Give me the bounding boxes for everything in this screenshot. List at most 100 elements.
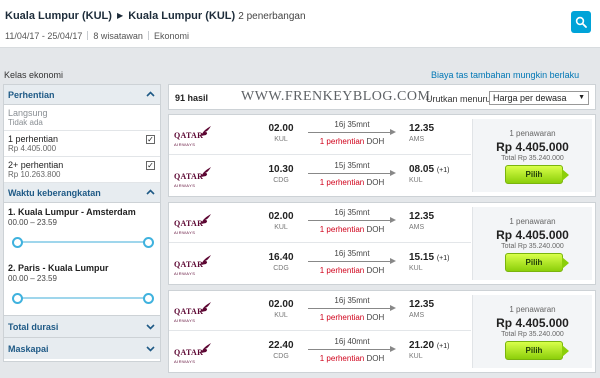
stops-filter-header[interactable]: Perhentian xyxy=(4,85,160,105)
stop-info[interactable]: 1 perhentian DOH xyxy=(304,354,400,363)
arrival: 15.15 (+1) KUL xyxy=(409,252,461,272)
select-flight-button[interactable]: Pilih xyxy=(505,341,569,360)
stops-filter-title: Perhentian xyxy=(8,90,55,100)
arrival-time: 08.05 (+1) xyxy=(409,164,461,175)
stop-info[interactable]: 1 perhentian DOH xyxy=(304,137,400,146)
stop-count: 1 perhentian xyxy=(319,178,365,187)
airline-logo: QATAR AIRWAYS xyxy=(174,301,212,323)
dropdown-arrow-icon: ▼ xyxy=(578,94,585,101)
stop-info[interactable]: 1 perhentian DOH xyxy=(304,225,400,234)
time-filter-range: 00.00 – 23.59 xyxy=(8,218,57,227)
airline-filter-header[interactable]: Maskapai xyxy=(4,337,160,359)
select-flight-button[interactable]: Pilih xyxy=(505,165,569,184)
airline-name: QATAR xyxy=(174,172,204,181)
departure: 22.40 CDG xyxy=(267,340,295,360)
stop-info[interactable]: 1 perhentian DOH xyxy=(304,313,400,322)
duration-text: 16j 35mnt xyxy=(334,120,370,129)
airline-subname: AIRWAYS xyxy=(174,318,196,323)
stop-option-one-stop[interactable]: 1 perhentian Rp 4.405.000 ✓ xyxy=(4,131,160,157)
arrival-time: 12.35 xyxy=(409,123,461,134)
stop-option-two-plus[interactable]: 2+ perhentian Rp 10.263.800 ✓ xyxy=(4,157,160,183)
duration-text: 16j 35mnt xyxy=(334,249,370,258)
route-arrow-icon xyxy=(308,305,396,312)
arrow-right-icon xyxy=(562,345,569,357)
select-flight-button[interactable]: Pilih xyxy=(505,253,569,272)
divider xyxy=(87,31,89,40)
oryx-icon xyxy=(201,255,211,265)
flight-result-card[interactable]: QATAR AIRWAYS 02.00 KUL 16j 35mnt 1 perh… xyxy=(168,290,596,373)
oryx-icon xyxy=(201,343,211,353)
search-button[interactable] xyxy=(571,11,591,33)
departure-airport: CDG xyxy=(273,265,289,272)
departure-time: 02.00 xyxy=(268,299,294,310)
chevron-up-icon xyxy=(146,189,155,195)
departure: 10.30 CDG xyxy=(267,164,295,184)
stop-airport: DOH xyxy=(366,137,385,146)
departure-time-filter-header[interactable]: Waktu keberangkatan xyxy=(4,183,160,203)
time-filter-route: 2. Paris - Kuala Lumpur xyxy=(8,263,109,273)
arrival-time: 21.20 (+1) xyxy=(409,340,461,351)
stop-option-price: Tidak ada xyxy=(8,118,43,127)
select-flight-label: Pilih xyxy=(525,346,543,355)
airline-subname: AIRWAYS xyxy=(174,183,196,188)
arrival-airport: AMS xyxy=(409,224,425,231)
stop-option-label: 2+ perhentian xyxy=(8,160,64,170)
time-range-slider[interactable] xyxy=(12,293,154,304)
origin-city: Kuala Lumpur (KUL) xyxy=(5,10,112,22)
stop-option-price: Rp 10.263.800 xyxy=(8,170,61,179)
price-per-adult: Rp 4.405.000 xyxy=(496,140,569,154)
price-panel: 1 penawaran Rp 4.405.000 Total Rp 35.240… xyxy=(472,119,592,192)
flight-result-card[interactable]: QATAR AIRWAYS 02.00 KUL 16j 35mnt 1 perh… xyxy=(168,202,596,285)
offer-count: 1 penawaran xyxy=(509,305,556,314)
route-summary: Kuala Lumpur (KUL) ▶ Kuala Lumpur (KUL) … xyxy=(5,10,306,22)
stop-airport: DOH xyxy=(366,178,385,187)
departure-airport: KUL xyxy=(274,136,288,143)
time-filter-range: 00.00 – 23.59 xyxy=(8,274,57,283)
stop-info[interactable]: 1 perhentian DOH xyxy=(304,178,400,187)
stop-checkbox[interactable]: ✓ xyxy=(146,161,155,170)
slider-handle-start[interactable] xyxy=(12,293,23,304)
sort-select[interactable]: Harga per dewasa ▼ xyxy=(489,91,589,105)
airline-logo: QATAR AIRWAYS xyxy=(174,213,212,235)
duration-filter-title: Total durasi xyxy=(8,322,59,332)
select-flight-label: Pilih xyxy=(525,170,543,179)
stop-count: 1 perhentian xyxy=(319,354,365,363)
stop-count: 1 perhentian xyxy=(319,266,365,275)
price-total: Total Rp 35.240.000 xyxy=(501,155,564,162)
price-total: Total Rp 35.240.000 xyxy=(501,243,564,250)
slider-track xyxy=(16,297,150,299)
airline-filter-title: Maskapai xyxy=(8,344,49,354)
inbound-leg: QATAR AIRWAYS 16.40 CDG 16j 35mnt 1 perh… xyxy=(169,244,471,284)
route-arrow-icon xyxy=(308,258,396,265)
search-icon xyxy=(575,16,587,28)
route-arrow-icon xyxy=(308,129,396,136)
flight-duration: 15j 35mnt 1 perhentian DOH xyxy=(304,161,400,187)
slider-handle-end[interactable] xyxy=(143,293,154,304)
time-range-slider[interactable] xyxy=(12,237,154,248)
slider-handle-start[interactable] xyxy=(12,237,23,248)
stop-airport: DOH xyxy=(366,354,385,363)
airline-subname: AIRWAYS xyxy=(174,359,196,364)
departure: 16.40 CDG xyxy=(267,252,295,272)
duration-filter-header[interactable]: Total durasi xyxy=(4,315,160,337)
arrival-time-value: 08.05 xyxy=(409,164,435,175)
arrow-right-icon xyxy=(562,169,569,181)
flight-result-card[interactable]: QATAR AIRWAYS 02.00 KUL 16j 35mnt 1 perh… xyxy=(168,114,596,197)
airline-logo: QATAR AIRWAYS xyxy=(174,342,212,364)
stop-checkbox[interactable]: ✓ xyxy=(146,135,155,144)
outbound-leg: QATAR AIRWAYS 02.00 KUL 16j 35mnt 1 perh… xyxy=(169,291,471,331)
departure-airport: CDG xyxy=(273,353,289,360)
departure-time-filter-title: Waktu keberangkatan xyxy=(8,188,101,198)
baggage-fees-link[interactable]: Biaya tas tambahan mungkin berlaku xyxy=(431,70,579,80)
next-day-indicator: (+1) xyxy=(436,167,450,174)
stop-info[interactable]: 1 perhentian DOH xyxy=(304,266,400,275)
oryx-icon xyxy=(201,126,211,136)
arrival-time-value: 21.20 xyxy=(409,340,435,351)
cabin-class-label: Kelas ekonomi xyxy=(4,70,64,80)
chevron-up-icon xyxy=(146,91,155,97)
next-day-indicator: (+1) xyxy=(436,255,450,262)
slider-handle-end[interactable] xyxy=(143,237,154,248)
stop-count: 1 perhentian xyxy=(319,137,365,146)
filter-sidebar: Perhentian Langsung Tidak ada 1 perhenti… xyxy=(3,84,161,362)
departure-time: 22.40 xyxy=(268,340,294,351)
